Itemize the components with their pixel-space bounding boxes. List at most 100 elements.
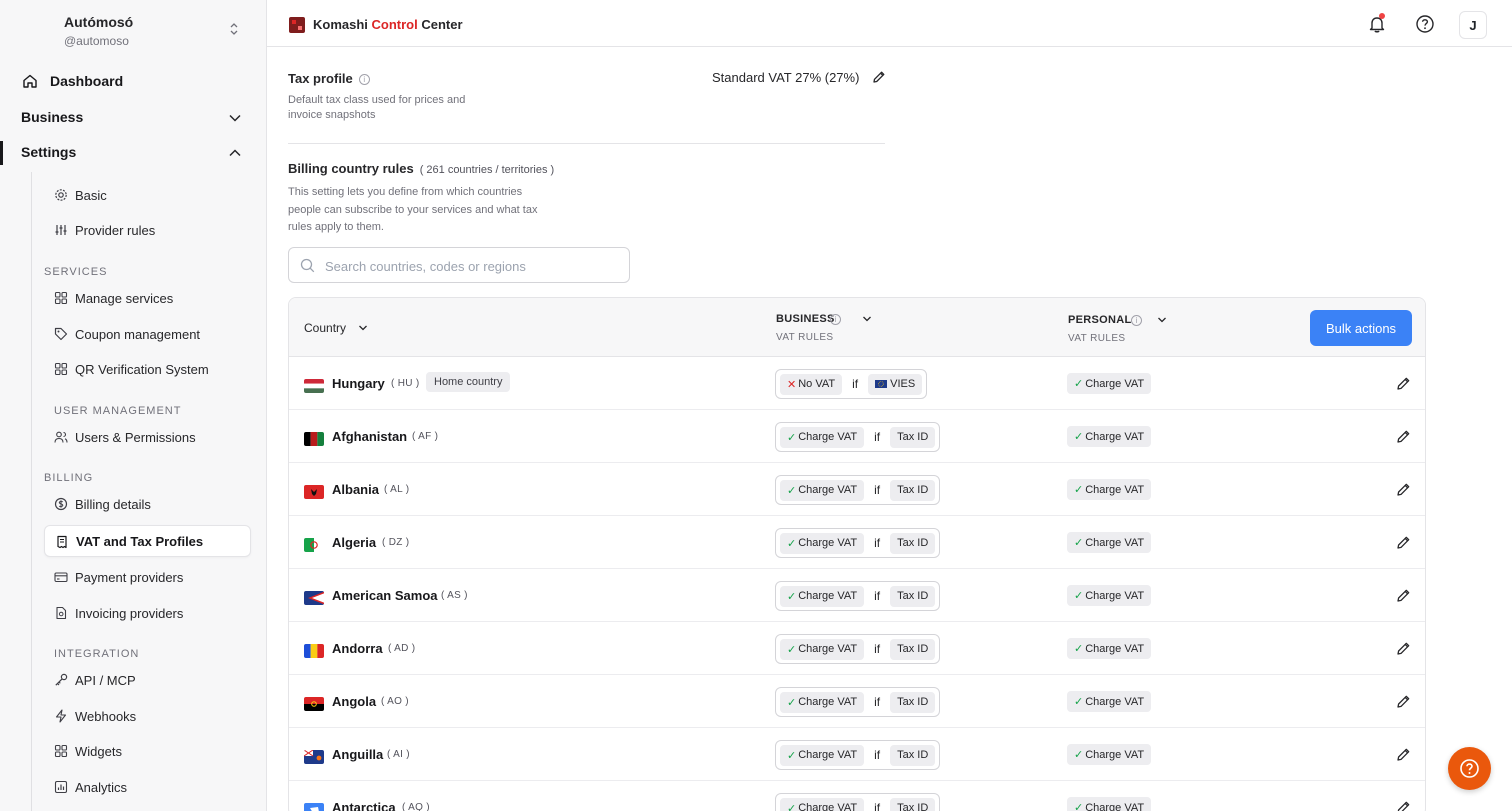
edit-pencil-icon[interactable] [1396, 694, 1411, 709]
brand-post: Center [417, 17, 463, 32]
nav-api-mcp[interactable]: API / MCP [44, 664, 251, 696]
chevron-down-icon [229, 114, 241, 122]
table-row[interactable]: Afghanistan ( AF ) ✓ Charge VAT if Tax ID… [289, 410, 1425, 463]
personal-rule-chip[interactable]: ✓ Charge VAT [1067, 532, 1152, 553]
table-row[interactable]: Hungary ( HU ) Home country ✕ No VAT if V… [289, 357, 1425, 410]
nav-billing-details-label: Billing details [75, 496, 151, 512]
table-row[interactable]: Anguilla ( AI ) ✓ Charge VAT if Tax ID ✓ C… [289, 728, 1425, 781]
nav-vat-tax-profiles[interactable]: VAT and Tax Profiles [44, 525, 251, 557]
info-icon[interactable]: i [358, 74, 370, 86]
table-row[interactable]: American Samoa ( AS ) ✓ Charge VAT if Tax… [289, 569, 1425, 622]
check-icon: ✓ [1074, 749, 1084, 761]
check-icon: ✓ [787, 749, 797, 762]
nav-users-permissions[interactable]: Users & Permissions [44, 421, 251, 453]
nav-provider-rules[interactable]: Provider rules [44, 214, 251, 246]
nav-basic-label: Basic [75, 187, 107, 203]
country-code: ( AS ) [441, 590, 468, 601]
personal-rule-chip[interactable]: ✓ Charge VAT [1067, 638, 1152, 659]
tax-profile-value: Standard VAT 27% (27%) [712, 70, 860, 85]
rule-action-chip: ✓ Charge VAT [780, 479, 865, 501]
column-business-sub: VAT RULES [776, 332, 834, 343]
personal-rule-chip[interactable]: ✓ Charge VAT [1067, 744, 1152, 765]
column-country[interactable]: Country [304, 321, 346, 335]
nav-webhooks[interactable]: Webhooks [44, 700, 251, 732]
check-icon: ✓ [1074, 431, 1084, 443]
business-rule[interactable]: ✓ Charge VAT if Tax ID [775, 740, 941, 770]
rule-condition-chip: Tax ID [890, 691, 936, 713]
personal-rule-text: Charge VAT [1085, 748, 1145, 761]
search-input[interactable] [325, 256, 615, 276]
check-icon: ✓ [1074, 484, 1084, 496]
account-switcher[interactable]: Autómosó @automoso [64, 14, 133, 48]
account-name: Autómosó [64, 14, 134, 30]
table-row[interactable]: Algeria ( DZ ) ✓ Charge VAT if Tax ID ✓ Ch… [289, 516, 1425, 569]
bulk-actions-button[interactable]: Bulk actions [1310, 310, 1412, 346]
nav-dashboard[interactable]: Dashboard [0, 64, 266, 98]
rule-action-text: Charge VAT [798, 537, 858, 549]
nav-payment-providers[interactable]: Payment providers [44, 561, 251, 593]
personal-rule-text: Charge VAT [1085, 483, 1145, 496]
grid-icon [54, 744, 68, 758]
business-rule[interactable]: ✓ Charge VAT if Tax ID [775, 793, 941, 811]
chevron-down-icon[interactable] [358, 323, 368, 333]
nav-invoicing-providers[interactable]: Invoicing providers [44, 597, 251, 629]
coin-icon [54, 497, 68, 511]
personal-rule-chip[interactable]: ✓ Charge VAT [1067, 373, 1152, 394]
table-row[interactable]: Antarctica ( AQ ) ✓ Charge VAT if Tax ID … [289, 781, 1425, 811]
country-search[interactable] [288, 247, 630, 283]
business-rule[interactable]: ✕ No VAT if VIES [775, 369, 928, 399]
business-rule[interactable]: ✓ Charge VAT if Tax ID [775, 422, 941, 452]
table-row[interactable]: Albania ( AL ) ✓ Charge VAT if Tax ID ✓ Ch… [289, 463, 1425, 516]
edit-pencil-icon[interactable] [1396, 376, 1411, 391]
business-rule[interactable]: ✓ Charge VAT if Tax ID [775, 528, 941, 558]
business-rule[interactable]: ✓ Charge VAT if Tax ID [775, 687, 941, 717]
business-rule[interactable]: ✓ Charge VAT if Tax ID [775, 634, 941, 664]
business-rule[interactable]: ✓ Charge VAT if Tax ID [775, 475, 941, 505]
edit-pencil-icon[interactable] [1396, 482, 1411, 497]
help-icon[interactable] [1415, 14, 1435, 34]
info-icon[interactable]: i [1131, 315, 1142, 326]
table-row[interactable]: Angola ( AO ) ✓ Charge VAT if Tax ID ✓ Cha… [289, 675, 1425, 728]
nav-business[interactable]: Business [0, 100, 266, 134]
personal-rule-chip[interactable]: ✓ Charge VAT [1067, 426, 1152, 447]
avatar[interactable]: J [1459, 11, 1487, 39]
nav-manage-services[interactable]: Manage services [44, 282, 251, 314]
user-management-heading: USER MANAGEMENT [54, 405, 182, 417]
country-code: ( HU ) [391, 378, 420, 389]
personal-rule-chip[interactable]: ✓ Charge VAT [1067, 585, 1152, 606]
nav-settings[interactable]: Settings [0, 135, 266, 169]
column-personal: PERSONAL [1068, 314, 1132, 326]
help-chat-button[interactable] [1448, 747, 1491, 790]
info-icon[interactable]: i [830, 314, 841, 325]
edit-pencil-icon[interactable] [872, 70, 886, 84]
business-rule[interactable]: ✓ Charge VAT if Tax ID [775, 581, 941, 611]
nav-basic[interactable]: Basic [44, 179, 251, 211]
edit-pencil-icon[interactable] [1396, 641, 1411, 656]
edit-pencil-icon[interactable] [1396, 429, 1411, 444]
nav-invoicing-providers-label: Invoicing providers [75, 605, 184, 621]
table-row[interactable]: Andorra ( AD ) ✓ Charge VAT if Tax ID ✓ Ch… [289, 622, 1425, 675]
card-icon [54, 572, 68, 583]
country-rules-table: Country BUSINESS i VAT RULES PERSONAL i … [288, 297, 1426, 811]
personal-rule-chip[interactable]: ✓ Charge VAT [1067, 797, 1152, 811]
personal-rule-text: Charge VAT [1085, 801, 1145, 811]
edit-pencil-icon[interactable] [1396, 747, 1411, 762]
nav-webhooks-label: Webhooks [75, 708, 137, 724]
personal-rule-text: Charge VAT [1085, 430, 1145, 443]
chevron-down-icon[interactable] [1157, 315, 1167, 325]
edit-pencil-icon[interactable] [1396, 535, 1411, 550]
nav-qr-verification[interactable]: QR Verification System [44, 353, 251, 385]
nav-analytics[interactable]: Analytics [44, 771, 251, 803]
check-icon: ✓ [1074, 802, 1084, 811]
country-code: ( DZ ) [382, 537, 410, 548]
chevron-down-icon[interactable] [862, 314, 872, 324]
personal-rule-chip[interactable]: ✓ Charge VAT [1067, 691, 1152, 712]
edit-pencil-icon[interactable] [1396, 588, 1411, 603]
nav-coupon-management[interactable]: Coupon management [44, 318, 251, 350]
rule-if: if [874, 430, 881, 444]
personal-rule-chip[interactable]: ✓ Charge VAT [1067, 479, 1152, 500]
nav-billing-details[interactable]: Billing details [44, 488, 251, 520]
chevron-updown-icon[interactable] [228, 20, 240, 38]
edit-pencil-icon[interactable] [1396, 800, 1411, 811]
nav-widgets[interactable]: Widgets [44, 735, 251, 767]
